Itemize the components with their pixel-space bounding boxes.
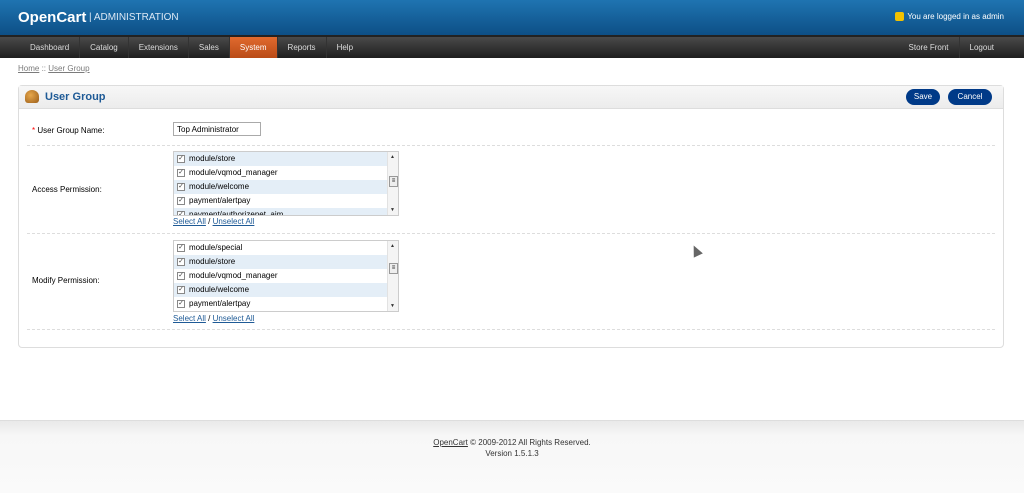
divider [27,233,995,234]
scrollbar[interactable]: ▲ ≡ ▼ [387,152,398,215]
list-item[interactable]: ✓ module/welcome [174,283,387,297]
checkbox[interactable]: ✓ [177,155,185,163]
nav-catalog[interactable]: Catalog [80,37,129,58]
modify-permission-list[interactable]: ✓ module/special ✓ module/store ✓ module/vq… [173,240,399,312]
header: OpenCart | ADMINISTRATION You are logged… [0,0,1024,35]
user-group-name-input[interactable] [173,122,261,136]
scroll-up-icon[interactable]: ▲ [390,243,395,249]
user-group-name-label: * User Group Name: [32,126,104,135]
access-select-all-link[interactable]: Select All [173,217,206,226]
user-group-panel: User Group Save Cancel * User Group Name… [18,85,1004,348]
footer: OpenCart © 2009-2012 All Rights Reserved… [0,420,1024,493]
cancel-button[interactable]: Cancel [948,89,992,105]
scroll-down-icon[interactable]: ▼ [390,303,395,309]
checkbox[interactable]: ✓ [177,272,185,280]
scroll-thumb[interactable]: ≡ [389,263,398,274]
lock-icon [895,12,905,21]
list-item[interactable]: ✓ payment/alertpay [174,297,387,311]
nav-dashboard[interactable]: Dashboard [20,37,81,58]
item-label: module/welcome [189,285,250,294]
divider [27,145,995,146]
page-title: User Group [45,91,106,103]
checkbox[interactable]: ✓ [177,197,185,205]
slash: / [205,314,213,323]
nav-sales[interactable]: Sales [189,37,230,58]
copyright-text: © 2009-2012 All Rights Reserved. [467,438,591,447]
modify-permission-label: Modify Permission: [32,276,100,285]
item-label: payment/alertpay [189,196,251,205]
label-text: User Group Name: [37,126,105,135]
nav-store-front[interactable]: Store Front [899,37,960,58]
list-item[interactable]: ✓ payment/alertpay [174,194,387,208]
checkbox[interactable]: ✓ [177,286,185,294]
item-label: payment/authorizenet_aim [189,210,284,216]
nav-system[interactable]: System [229,37,278,58]
slash: / [205,217,213,226]
scrollbar[interactable]: ▲ ≡ ▼ [387,241,398,311]
nav-help[interactable]: Help [327,37,363,58]
list-item[interactable]: ✓ module/store [174,152,387,166]
list-item[interactable]: ✓ module/special [174,241,387,255]
list-item[interactable]: ✓ module/vqmod_manager [174,166,387,180]
main-nav: Dashboard Catalog Extensions Sales Syste… [0,35,1024,58]
breadcrumb-home[interactable]: Home [18,64,39,73]
footer-version: Version 1.5.1.3 [485,449,539,458]
breadcrumb-separator: :: [39,64,49,73]
panel-header: User Group Save Cancel [19,86,1003,109]
nav-logout[interactable]: Logout [960,37,1004,58]
breadcrumb: Home :: User Group [18,64,90,73]
modify-unselect-all-link[interactable]: Unselect All [213,314,255,323]
item-label: module/store [189,257,236,266]
checkbox[interactable]: ✓ [177,211,185,215]
divider [27,329,995,330]
logo: OpenCart [18,9,87,26]
list-item[interactable]: ✓ module/welcome [174,180,387,194]
breadcrumb-user-group[interactable]: User Group [48,64,89,73]
nav-reports[interactable]: Reports [278,37,327,58]
item-label: module/vqmod_manager [189,271,278,280]
login-text: You are logged in as admin [907,12,1004,21]
checkbox[interactable]: ✓ [177,183,185,191]
list-item[interactable]: ✓ module/store [174,255,387,269]
scroll-thumb[interactable]: ≡ [389,176,398,187]
login-status: You are logged in as admin [895,12,1004,21]
item-label: payment/alertpay [189,299,251,308]
save-button[interactable]: Save [906,89,940,105]
user-group-icon [25,90,39,103]
modify-select-links: Select All / Unselect All [173,314,254,323]
modify-select-all-link[interactable]: Select All [173,314,206,323]
access-select-links: Select All / Unselect All [173,217,254,226]
item-label: module/store [189,154,236,163]
access-permission-label: Access Permission: [32,185,102,194]
scroll-up-icon[interactable]: ▲ [390,154,395,160]
item-label: module/welcome [189,182,250,191]
scroll-down-icon[interactable]: ▼ [390,207,395,213]
checkbox[interactable]: ✓ [177,169,185,177]
logo-subtitle: | ADMINISTRATION [89,12,179,23]
nav-extensions[interactable]: Extensions [129,37,189,58]
access-permission-list[interactable]: ✓ module/store ✓ module/vqmod_manager ✓ mod… [173,151,399,216]
footer-opencart-link[interactable]: OpenCart [433,438,468,447]
list-item[interactable]: ✓ payment/authorizenet_aim [174,208,387,216]
checkbox[interactable]: ✓ [177,244,185,252]
list-item[interactable]: ✓ module/vqmod_manager [174,269,387,283]
item-label: module/vqmod_manager [189,168,278,177]
footer-copyright: OpenCart © 2009-2012 All Rights Reserved… [0,438,1024,447]
item-label: module/special [189,243,243,252]
checkbox[interactable]: ✓ [177,258,185,266]
checkbox[interactable]: ✓ [177,300,185,308]
access-unselect-all-link[interactable]: Unselect All [213,217,255,226]
